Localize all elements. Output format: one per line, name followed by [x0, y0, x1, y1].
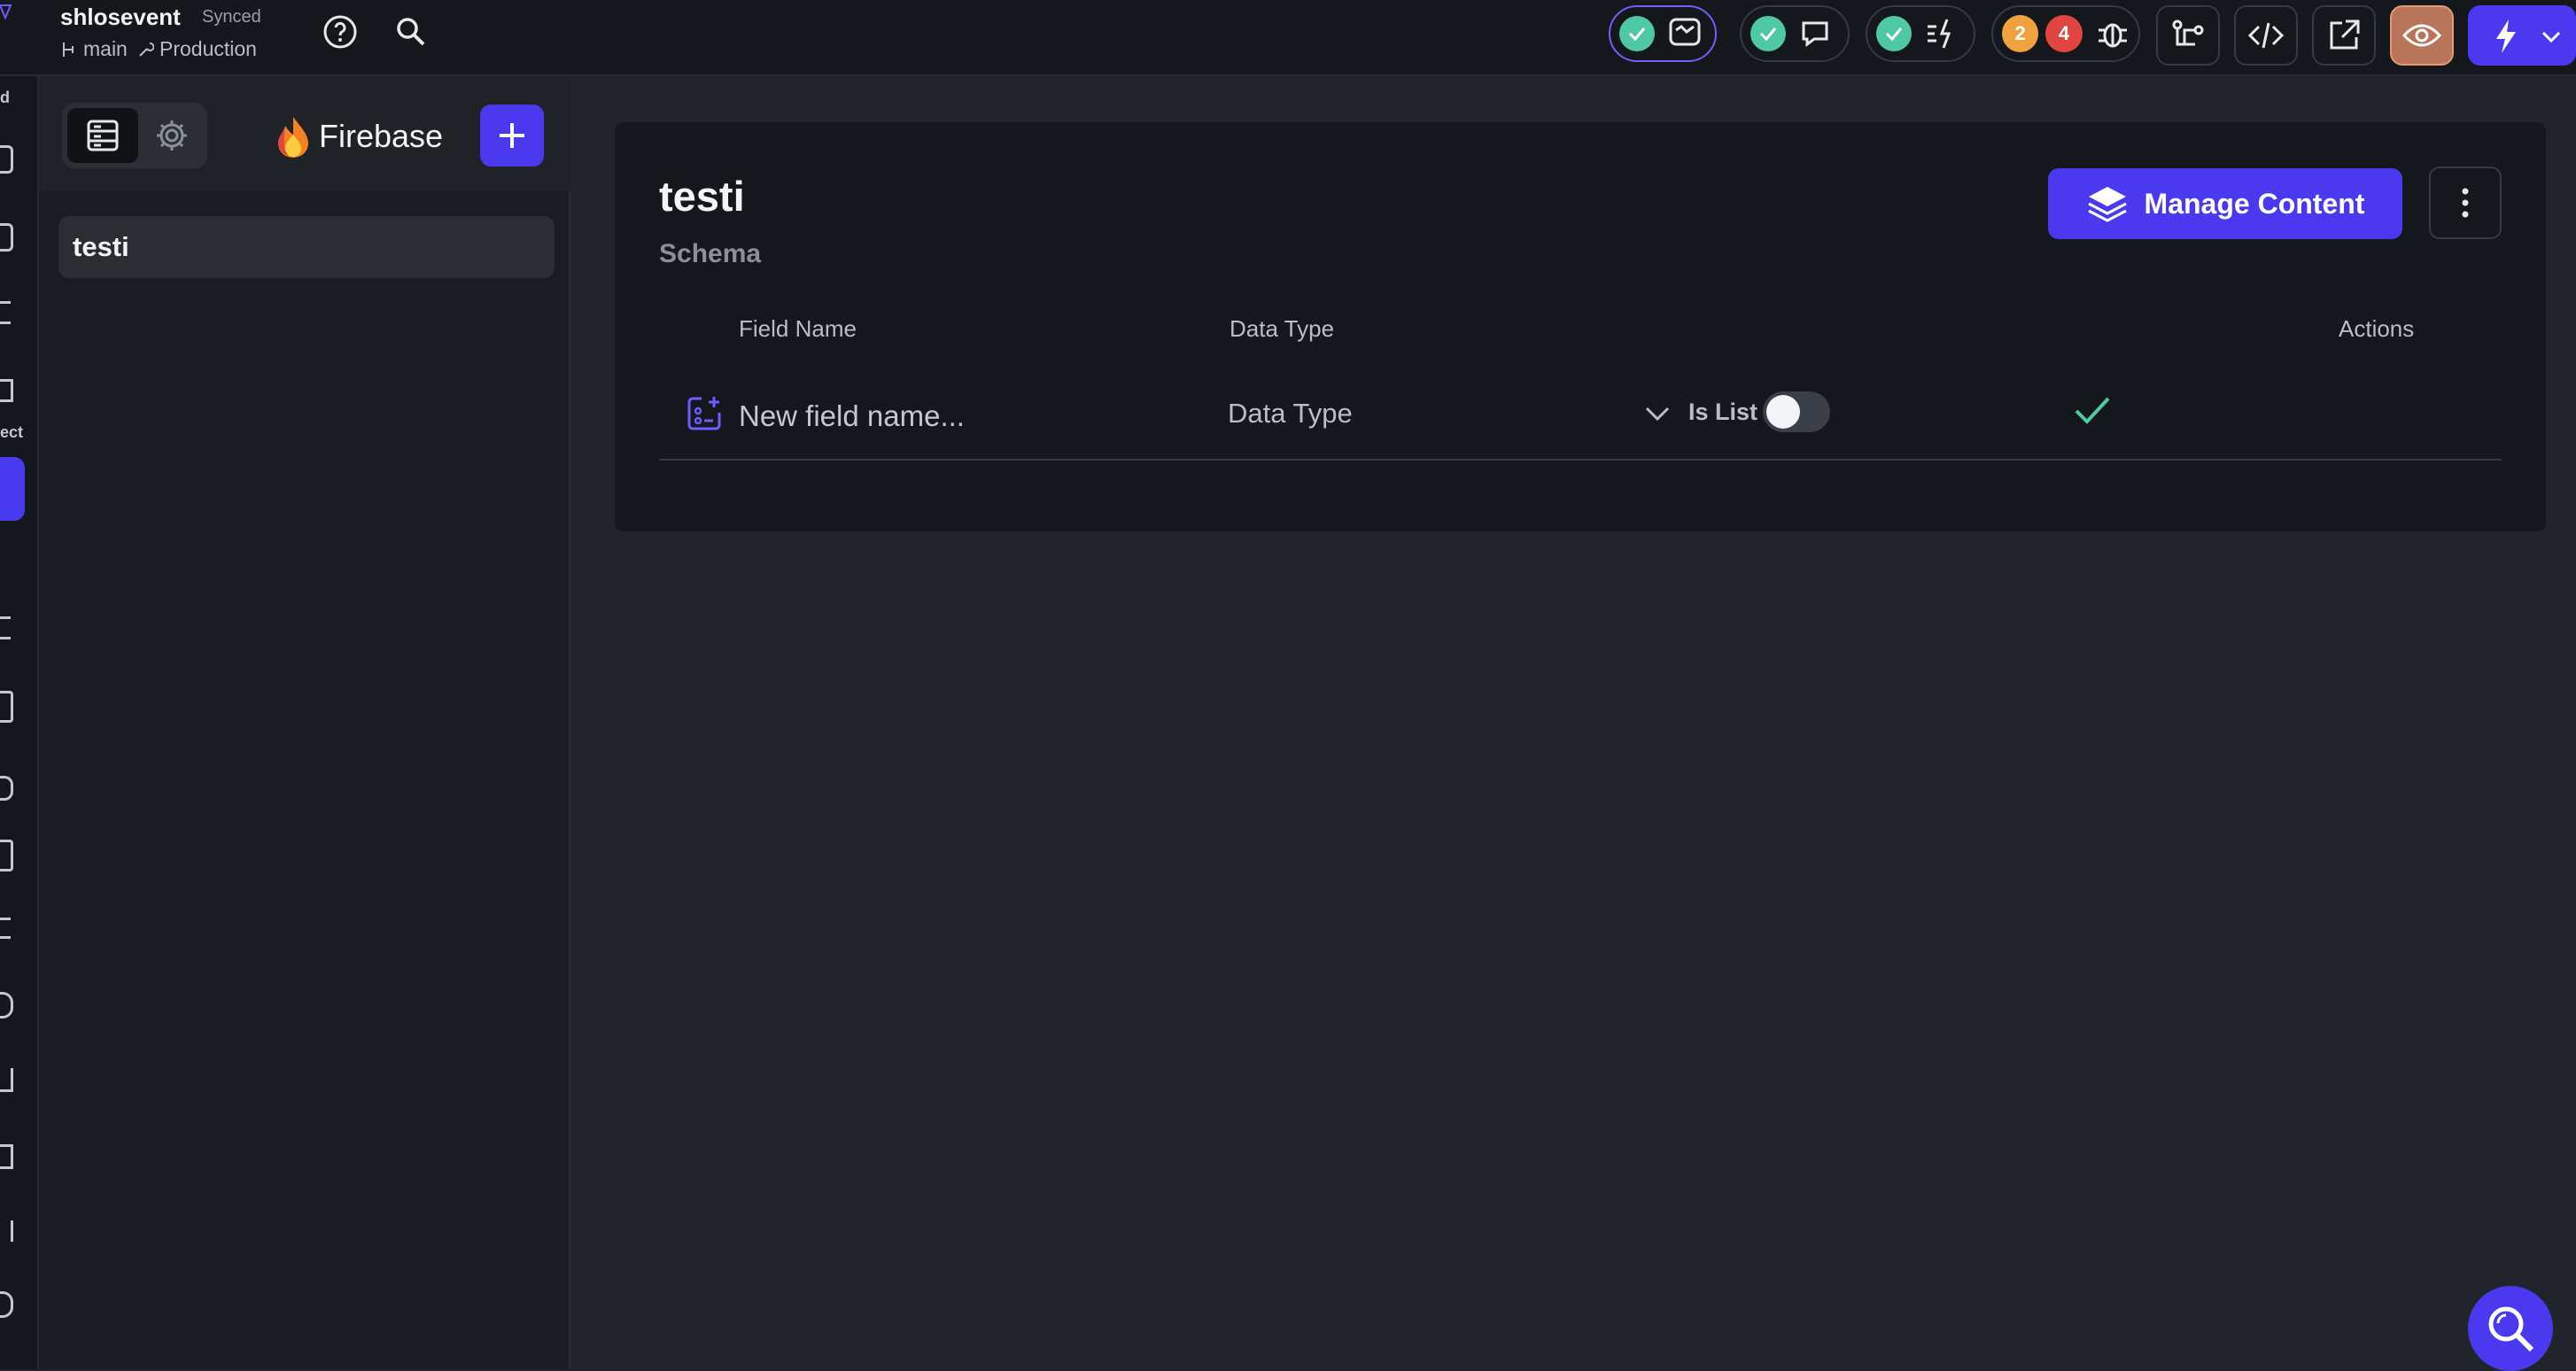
search-icon [2488, 1306, 2534, 1352]
environment-name: Production [159, 37, 257, 60]
data-type-select[interactable]: Data Type [1228, 390, 1671, 438]
schema-card: testi Schema Manage Content Field Name D… [615, 122, 2546, 531]
checkmark-icon [1619, 16, 1655, 51]
more-options-button[interactable] [2429, 167, 2502, 239]
checkmark-icon [1750, 16, 1786, 51]
chat-status-pill[interactable] [1740, 5, 1850, 62]
toggle-knob [1766, 395, 1800, 429]
new-field-row: Data Type Is List [659, 370, 2502, 461]
preview-button[interactable] [2390, 5, 2454, 66]
is-list-label: Is List [1688, 399, 1758, 425]
plus-icon [500, 123, 524, 148]
branch-indicator[interactable]: main [60, 37, 128, 61]
column-header-actions: Actions [2339, 315, 2415, 342]
collection-item-testi[interactable]: testi [58, 216, 555, 278]
run-button[interactable] [2468, 5, 2576, 66]
layers-icon [2087, 187, 2127, 222]
flow-icon [1669, 18, 1701, 46]
sidebar-header: Firebase [39, 76, 570, 191]
new-field-name-input[interactable] [739, 397, 1164, 436]
sync-status: Synced [202, 7, 261, 27]
manage-content-button[interactable]: Manage Content [2048, 168, 2402, 239]
data-type-placeholder: Data Type [1228, 398, 1353, 429]
bug-icon [2098, 23, 2127, 48]
branch-name: main [83, 37, 128, 60]
flow-status-pill[interactable] [1609, 5, 1717, 62]
add-field-icon [687, 397, 721, 430]
issues-pill[interactable]: 2 4 [1991, 5, 2140, 62]
branch-icon [63, 42, 74, 57]
schema-label: Schema [659, 239, 762, 268]
project-name[interactable]: shlosevent [60, 4, 181, 31]
firebase-logo: Firebase [276, 112, 443, 161]
open-external-button[interactable] [2312, 5, 2376, 66]
search-icon[interactable] [395, 16, 427, 48]
wrench-icon [139, 42, 154, 57]
top-bar: shlosevent Synced main Production 2 4 [0, 0, 2576, 76]
lightning-list-icon [1928, 19, 1951, 49]
branch-icon [2172, 19, 2204, 46]
search-fab[interactable] [2468, 1286, 2553, 1371]
actions-status-pill[interactable] [1866, 5, 1975, 62]
nav-rail: d ect [0, 76, 39, 1369]
confirm-checkmark-icon[interactable] [2073, 393, 2112, 429]
is-list-toggle[interactable] [1763, 391, 1830, 432]
code-icon [2248, 22, 2284, 49]
environment-indicator[interactable]: Production [136, 37, 257, 61]
chat-icon [1802, 21, 1828, 47]
help-icon[interactable] [322, 14, 358, 50]
gear-icon [157, 120, 187, 151]
rail-items[interactable] [0, 138, 13, 1343]
chevron-down-icon[interactable] [2541, 28, 2562, 46]
collections-tab[interactable] [67, 108, 138, 163]
chevron-down-icon [1645, 407, 1670, 422]
collection-title: testi [659, 173, 745, 220]
branch-button[interactable] [2156, 5, 2220, 66]
rail-section-label-start: d [0, 89, 10, 106]
firebase-flame-icon [278, 117, 308, 158]
firebase-brand-label: Firebase [319, 118, 444, 154]
warning-count-badge: 2 [2002, 15, 2039, 52]
column-header-field-name: Field Name [739, 315, 857, 342]
open-external-icon [2330, 19, 2360, 50]
column-header-data-type: Data Type [1230, 315, 1335, 342]
eye-icon [2402, 24, 2441, 47]
manage-content-label: Manage Content [2144, 187, 2365, 220]
add-collection-button[interactable] [480, 105, 544, 167]
collections-sidebar: Firebase testi [39, 76, 570, 1369]
more-vertical-icon [2462, 188, 2469, 218]
bolt-icon [2496, 19, 2516, 53]
app-logo-icon[interactable] [0, 4, 12, 19]
code-button[interactable] [2234, 5, 2298, 66]
error-count-badge: 4 [2045, 15, 2083, 52]
firestore-settings-tab[interactable] [140, 108, 204, 163]
database-icon [87, 120, 119, 151]
checkmark-icon [1876, 16, 1912, 51]
